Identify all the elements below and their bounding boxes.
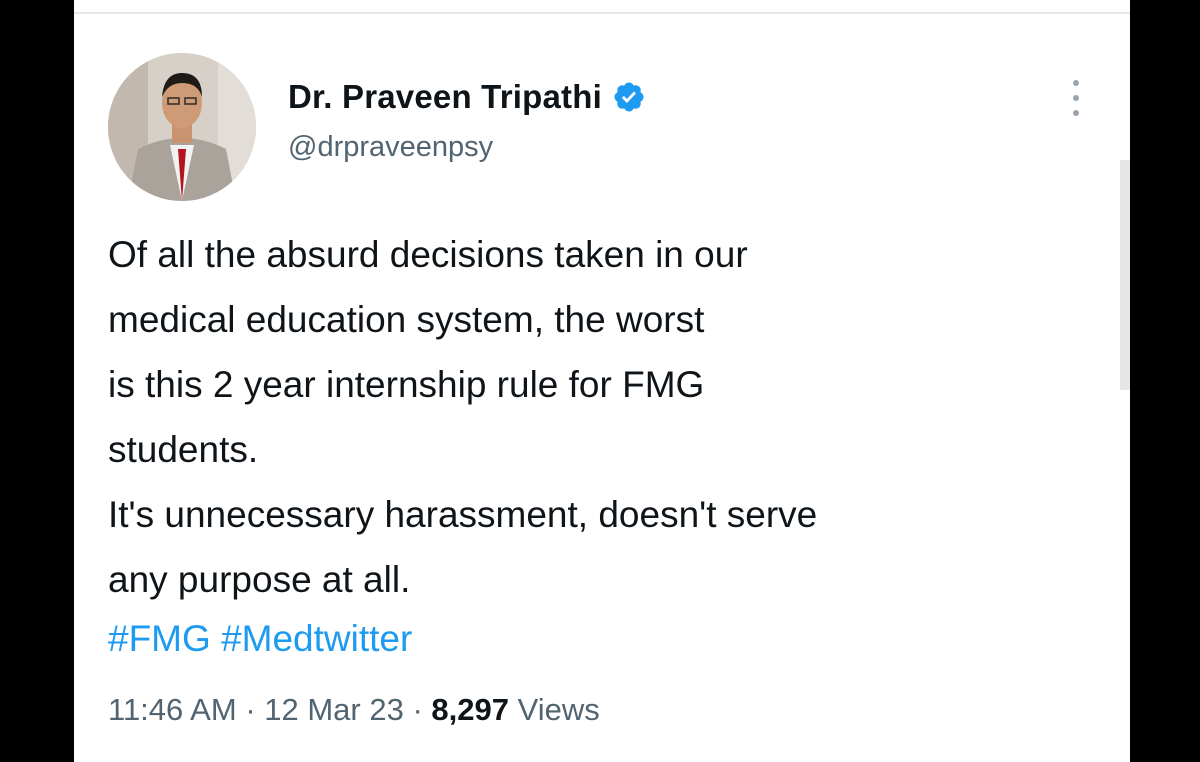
tweet-line: medical education system, the worst	[108, 299, 705, 340]
scrollbar[interactable]	[1120, 160, 1130, 390]
meta-separator: ·	[412, 692, 423, 727]
more-options-icon[interactable]	[1068, 80, 1084, 116]
screenshot-frame: Dr. Praveen Tripathi @drpraveenpsy Of al…	[0, 0, 1200, 762]
author-name[interactable]: Dr. Praveen Tripathi	[288, 78, 602, 116]
top-divider	[74, 12, 1130, 14]
tweet-line: any purpose at all.	[108, 559, 411, 600]
tweet-time[interactable]: 11:46 AM	[108, 692, 237, 727]
more-dot	[1073, 80, 1079, 86]
author-row: Dr. Praveen Tripathi	[288, 78, 646, 116]
more-dot	[1073, 95, 1079, 101]
author-handle[interactable]: @drpraveenpsy	[288, 131, 493, 164]
views-count: 8,297	[431, 692, 509, 727]
hashtag-link[interactable]: #Medtwitter	[221, 618, 412, 659]
verified-badge-icon[interactable]	[612, 80, 646, 114]
hashtag-row: #FMG #Medtwitter	[108, 606, 412, 671]
tweet-line: students.	[108, 429, 259, 470]
more-dot	[1073, 110, 1079, 116]
tweet-line: is this 2 year internship rule for FMG	[108, 364, 705, 405]
tweet-meta: 11:46 AM · 12 Mar 23 · 8,297 Views	[108, 692, 600, 728]
tweet-text: Of all the absurd decisions taken in our…	[108, 222, 1108, 612]
avatar-photo	[108, 53, 256, 201]
views-label: Views	[517, 692, 600, 727]
tweet-line: It's unnecessary harassment, doesn't ser…	[108, 494, 818, 535]
meta-separator: ·	[245, 692, 256, 727]
tweet-card: Dr. Praveen Tripathi @drpraveenpsy Of al…	[74, 0, 1130, 762]
hashtag-link[interactable]: #FMG	[108, 618, 211, 659]
avatar[interactable]	[108, 53, 256, 201]
tweet-line: Of all the absurd decisions taken in our	[108, 234, 748, 275]
tweet-date[interactable]: 12 Mar 23	[264, 692, 404, 727]
